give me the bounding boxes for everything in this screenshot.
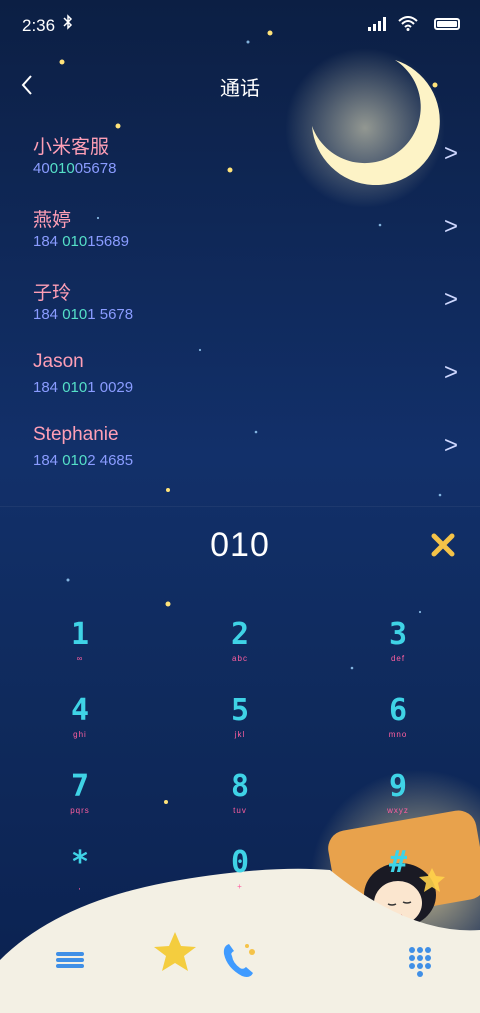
contact-row[interactable]: 小米客服 4001005678 > <box>0 124 480 197</box>
contact-name: 小米客服 <box>33 137 110 158</box>
key-2[interactable]: 2 abc <box>180 618 300 692</box>
contact-number: 184 0102 4685 <box>33 452 134 469</box>
key-star[interactable]: *, <box>20 846 140 920</box>
chevron-right-icon[interactable]: > <box>444 213 458 241</box>
menu-icon[interactable] <box>48 938 92 982</box>
key-0[interactable]: 0 + <box>180 846 300 920</box>
battery-icon <box>434 18 460 30</box>
key-9[interactable]: 9 wxyz <box>338 770 458 844</box>
page-title: 通话 <box>220 78 260 100</box>
key-7[interactable]: 7 pqrs <box>20 770 140 844</box>
key-3[interactable]: 3 def <box>338 618 458 692</box>
chevron-right-icon[interactable]: > <box>444 140 458 168</box>
key-1[interactable]: 1 ∞ <box>20 618 140 692</box>
contact-number: 184 0101 0029 <box>33 379 134 396</box>
signal-icon <box>368 17 386 36</box>
key-6[interactable]: 6 mno <box>338 694 458 768</box>
contact-name: 燕婷 <box>33 210 72 231</box>
key-hash[interactable]: # <box>338 846 458 920</box>
list-divider <box>0 506 480 507</box>
chevron-right-icon[interactable]: > <box>444 359 458 387</box>
wifi-icon <box>398 16 418 36</box>
contact-number: 184 01015689 <box>33 233 129 250</box>
contact-suggestion-list[interactable]: 小米客服 4001005678 > 燕婷 184 01015689 > 子玲 1… <box>0 124 480 506</box>
contact-name: Stephanie <box>33 424 119 445</box>
chevron-right-icon[interactable]: > <box>444 432 458 460</box>
status-bar: 2:36 <box>0 0 480 50</box>
contact-row[interactable]: Stephanie 184 0102 4685 > <box>0 416 480 489</box>
contact-number: 4001005678 <box>33 160 117 177</box>
status-time: 2:36 <box>22 16 56 35</box>
header: 通话 <box>0 60 480 110</box>
key-8[interactable]: 8 tuv <box>180 770 300 844</box>
contact-name: 子玲 <box>33 283 72 304</box>
contact-row[interactable]: 子玲 184 0101 5678 > <box>0 270 480 343</box>
dial-input-display[interactable]: 010 <box>0 526 480 565</box>
dialpad-icon[interactable] <box>398 938 442 982</box>
contact-number: 184 0101 5678 <box>33 306 134 323</box>
phone-call-icon[interactable] <box>218 938 262 982</box>
contact-name: Jason <box>33 351 84 372</box>
key-4[interactable]: 4 ghi <box>20 694 140 768</box>
bluetooth-icon <box>63 14 73 34</box>
contact-row[interactable]: 燕婷 184 01015689 > <box>0 197 480 270</box>
contact-row[interactable]: Jason 184 0101 0029 > <box>0 343 480 416</box>
chevron-right-icon[interactable]: > <box>444 286 458 314</box>
key-5[interactable]: 5 jkl <box>180 694 300 768</box>
clear-x-icon[interactable] <box>430 532 456 558</box>
